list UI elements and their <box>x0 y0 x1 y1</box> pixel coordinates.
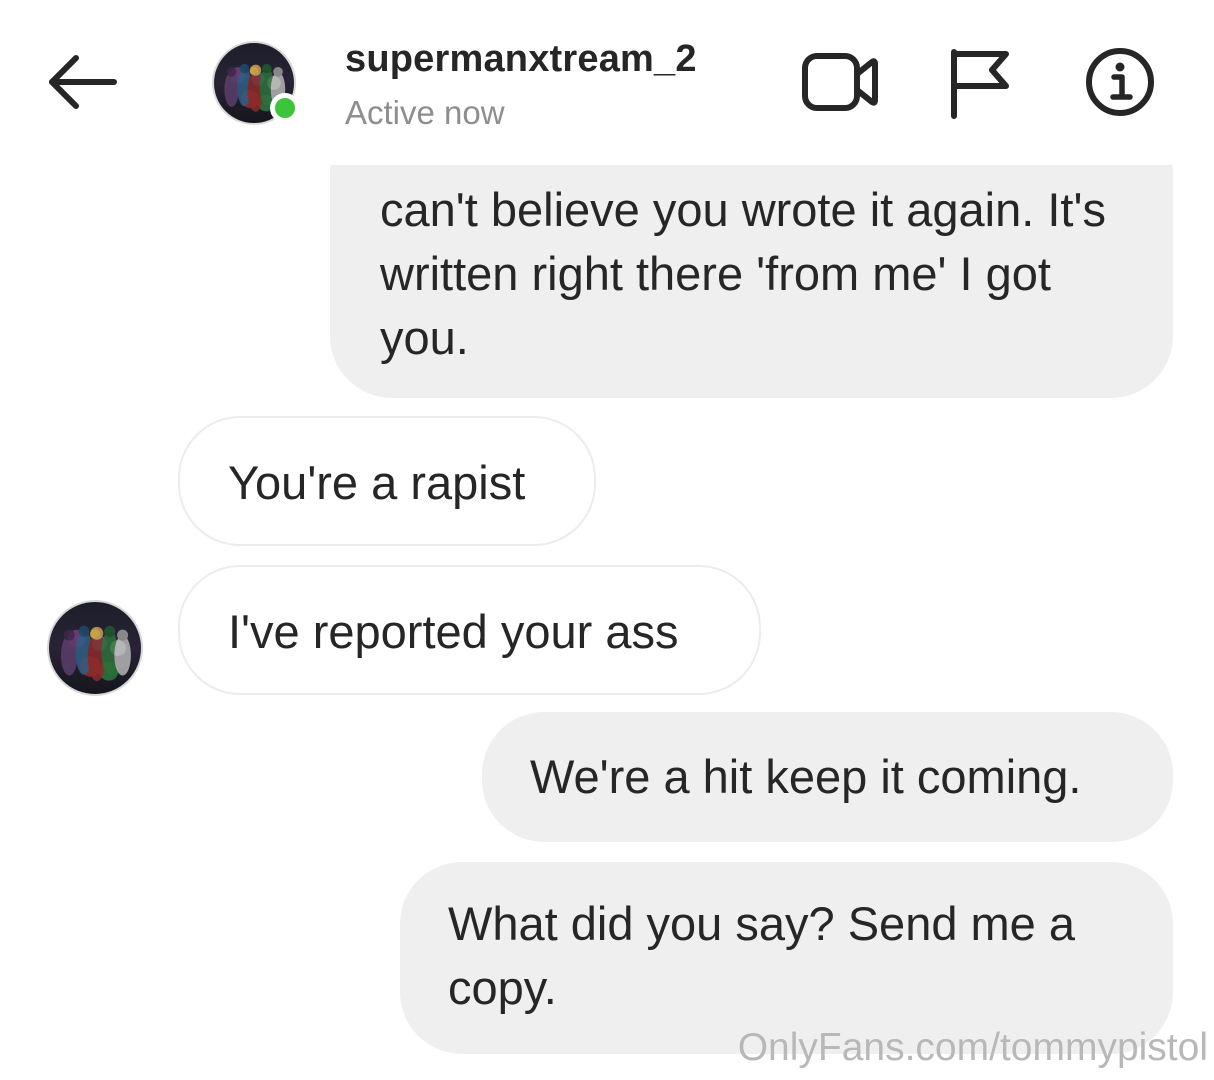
avatar-image <box>47 600 143 696</box>
chat-header: supermanxtream_2 Active now <box>0 0 1214 165</box>
message-sent[interactable]: We're a hit keep it coming. <box>482 712 1173 842</box>
sender-avatar[interactable] <box>47 600 143 696</box>
online-status-dot <box>270 93 300 123</box>
profile-avatar[interactable] <box>212 41 300 125</box>
message-received[interactable]: You're a rapist <box>178 416 596 546</box>
watermark: OnlyFans.com/tommypistol <box>737 1026 1208 1069</box>
message-received[interactable]: I've reported your ass <box>178 565 761 695</box>
video-call-icon <box>802 53 878 111</box>
back-button[interactable] <box>46 50 118 114</box>
message-text: I've reported your ass <box>228 605 679 658</box>
info-button[interactable] <box>1084 46 1156 118</box>
message-text: You're a rapist <box>228 456 526 509</box>
message-text: What did you say? Send me a copy. <box>448 897 1076 1014</box>
group-photo-icon <box>60 625 131 682</box>
message-text: We're a hit keep it coming. <box>530 750 1082 803</box>
chat-username[interactable]: supermanxtream_2 <box>345 38 697 81</box>
back-arrow-icon <box>49 55 117 109</box>
active-status: Active now <box>345 94 505 131</box>
video-call-button[interactable] <box>800 48 880 116</box>
report-flag-button[interactable] <box>944 44 1014 120</box>
info-icon <box>1086 48 1154 116</box>
flag-icon <box>951 49 1009 119</box>
message-text: can't believe you wrote it again. It's w… <box>380 183 1106 364</box>
